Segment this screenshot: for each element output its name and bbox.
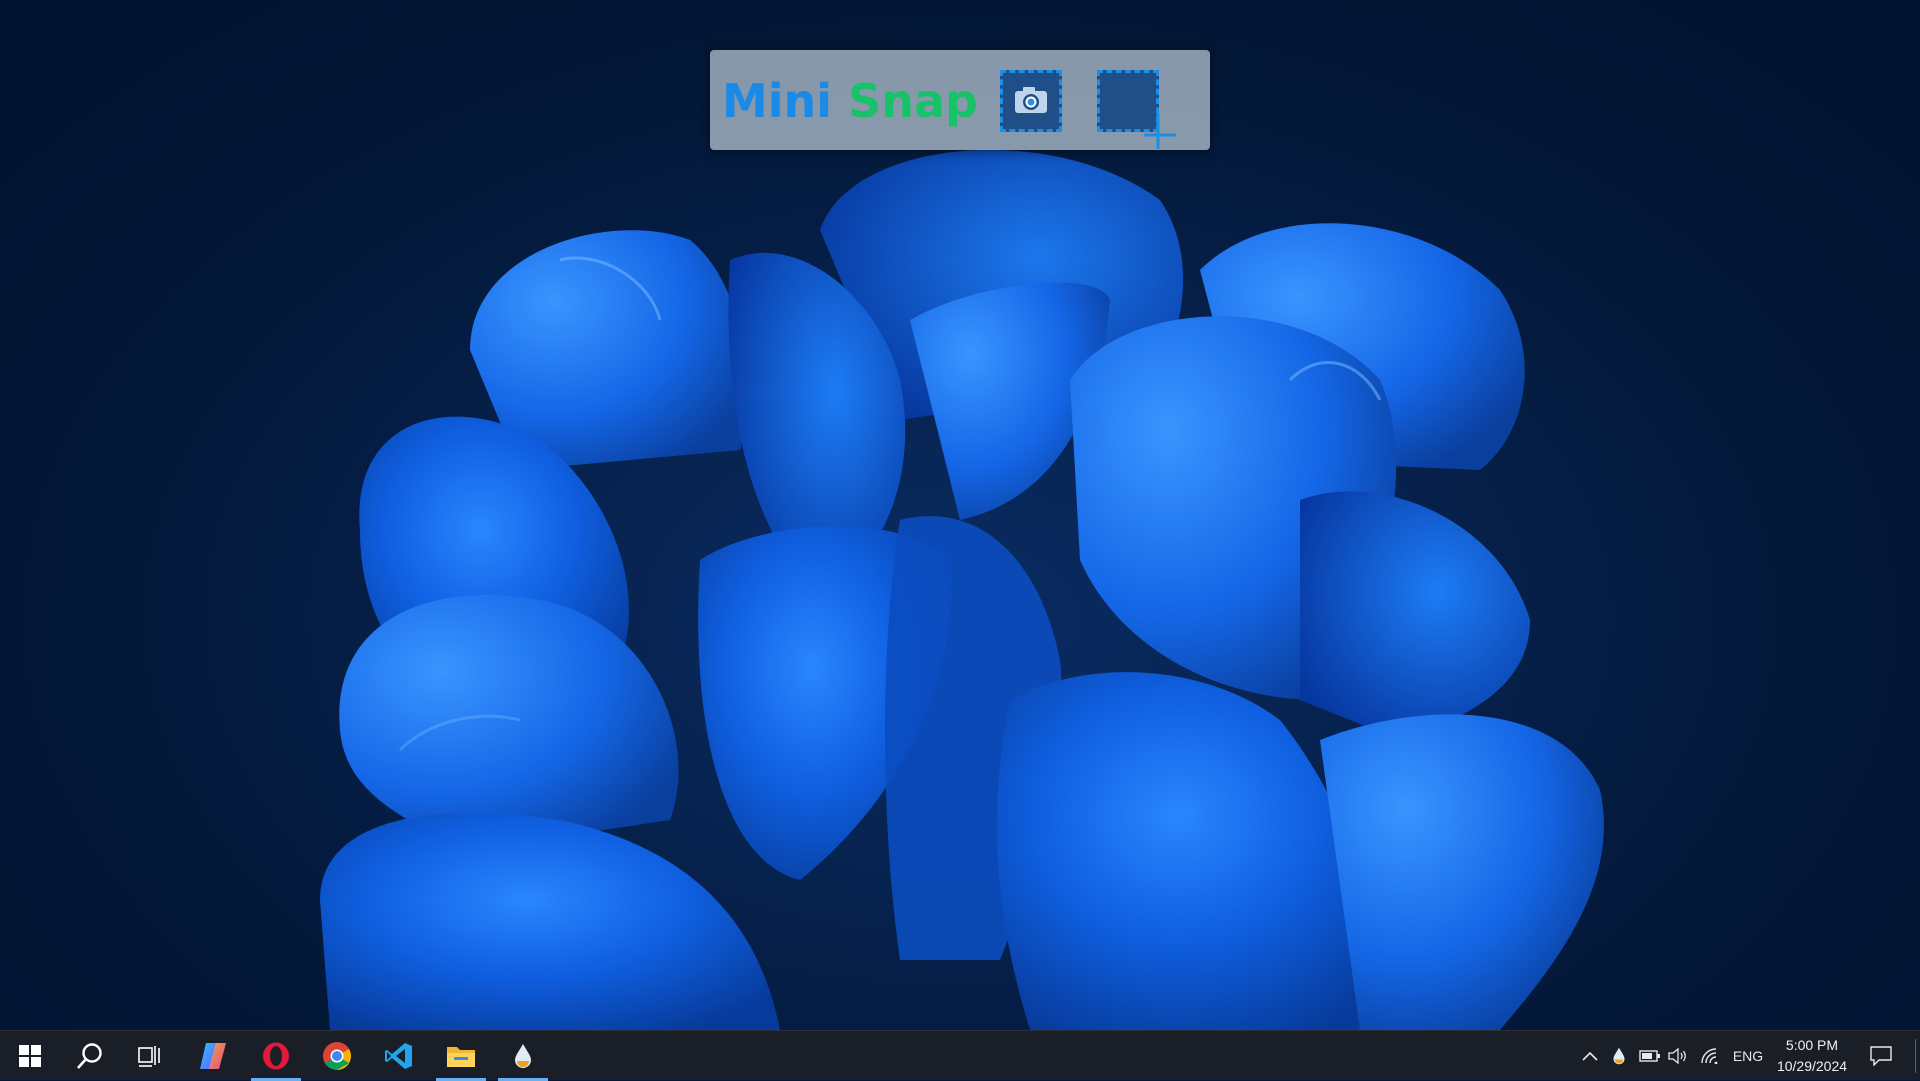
search-icon bbox=[77, 1043, 102, 1069]
clock-date: 10/29/2024 bbox=[1776, 1058, 1848, 1074]
vscode-icon bbox=[385, 1043, 412, 1069]
battery-indicator[interactable] bbox=[1638, 1031, 1662, 1081]
wallpaper-bloom bbox=[320, 149, 1604, 1030]
widget-title: Mini Snap bbox=[722, 76, 978, 126]
mini-snap-widget[interactable]: Mini Snap bbox=[710, 50, 1210, 150]
camera-icon bbox=[1015, 87, 1047, 113]
speaker-icon bbox=[1668, 1048, 1686, 1064]
clock[interactable]: 5:00 PM 10/29/2024 bbox=[1766, 1035, 1858, 1077]
vscode-button[interactable] bbox=[369, 1031, 429, 1081]
wifi-icon bbox=[1701, 1048, 1718, 1064]
title-mini: Mini bbox=[722, 74, 833, 128]
chrome-icon bbox=[323, 1042, 351, 1070]
file-explorer-button[interactable] bbox=[431, 1031, 491, 1081]
droplet-icon bbox=[515, 1044, 531, 1068]
network-status[interactable] bbox=[1698, 1031, 1722, 1081]
copilot-icon bbox=[200, 1043, 226, 1069]
task-view-icon bbox=[138, 1046, 160, 1067]
chrome-button[interactable] bbox=[307, 1031, 367, 1081]
opera-icon bbox=[263, 1042, 289, 1070]
windows-logo-icon bbox=[19, 1045, 41, 1067]
notification-icon bbox=[1870, 1046, 1892, 1066]
desktop: Mini Snap bbox=[0, 0, 1920, 1030]
capture-screen-button[interactable] bbox=[1000, 70, 1062, 132]
copilot-button[interactable] bbox=[183, 1031, 243, 1081]
task-view-button[interactable] bbox=[120, 1031, 180, 1081]
show-desktop-button[interactable] bbox=[1912, 1031, 1918, 1081]
chevron-up-icon bbox=[1582, 1051, 1598, 1061]
volume-control[interactable] bbox=[1666, 1031, 1690, 1081]
start-button[interactable] bbox=[0, 1031, 60, 1081]
show-hidden-icons-button[interactable] bbox=[1578, 1031, 1602, 1081]
show-desktop-divider bbox=[1914, 1039, 1916, 1073]
region-select-icon bbox=[1144, 113, 1176, 149]
mini-snap-button[interactable] bbox=[493, 1031, 553, 1081]
droplet-icon bbox=[1613, 1047, 1625, 1065]
battery-icon bbox=[1639, 1050, 1660, 1062]
clock-time: 5:00 PM bbox=[1785, 1037, 1839, 1053]
tray-mini-snap[interactable] bbox=[1608, 1031, 1630, 1081]
notification-center-button[interactable] bbox=[1866, 1031, 1896, 1081]
taskbar: ENG 5:00 PM 10/29/2024 bbox=[0, 1030, 1920, 1081]
opera-button[interactable] bbox=[246, 1031, 306, 1081]
title-snap: Snap bbox=[848, 74, 978, 128]
search-button[interactable] bbox=[60, 1031, 120, 1081]
capture-region-button[interactable] bbox=[1097, 70, 1176, 149]
language-indicator[interactable]: ENG bbox=[1728, 1031, 1768, 1081]
folder-icon bbox=[447, 1047, 475, 1067]
